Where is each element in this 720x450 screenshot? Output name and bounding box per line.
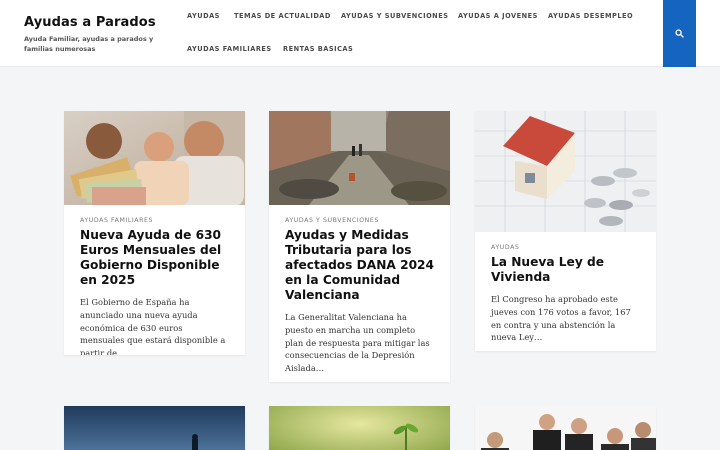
post-thumbnail[interactable]: [475, 406, 656, 450]
team-photo: [475, 406, 656, 450]
nav-ayudas[interactable]: AYUDAS: [187, 12, 220, 20]
nav-ayudas-familiares[interactable]: AYUDAS FAMILIARES: [187, 45, 272, 53]
flood-photo: [269, 111, 450, 205]
post-title[interactable]: Nueva Ayuda de 630 Euros Mensuales del G…: [80, 228, 229, 288]
sprout-photo: [269, 406, 450, 450]
nav-rentas-basicas[interactable]: RENTAS BASICAS: [283, 45, 353, 53]
post-excerpt: La Generalitat Valenciana ha puesto en m…: [285, 312, 430, 374]
post-thumbnail[interactable]: [269, 406, 450, 450]
post-title[interactable]: Ayudas y Medidas Tributaria para los afe…: [285, 228, 434, 303]
post-thumbnail[interactable]: [64, 406, 245, 450]
post-category[interactable]: AYUDAS: [491, 244, 640, 251]
post-excerpt: El Congreso ha aprobado este jueves con …: [491, 294, 631, 343]
post-card: [64, 406, 245, 450]
dusk-photo: [64, 406, 245, 450]
search-icon: [675, 29, 684, 38]
house-coins-photo: [475, 111, 656, 232]
site-description: Ayuda Familiar, ayudas a parados y famil…: [24, 35, 154, 53]
nav-temas-de-actualidad[interactable]: TEMAS DE ACTUALIDAD: [234, 12, 331, 20]
post-thumbnail[interactable]: [64, 111, 245, 205]
post-card: AYUDAS La Nueva Ley de Vivienda El Congr…: [475, 111, 656, 351]
nav-ayudas-y-subvenciones[interactable]: AYUDAS Y SUBVENCIONES: [341, 12, 448, 20]
post-category[interactable]: AYUDAS FAMILIARES: [80, 217, 229, 224]
post-thumbnail[interactable]: [475, 111, 656, 232]
post-excerpt: El Gobierno de España ha anunciado una n…: [80, 297, 226, 355]
post-card: [269, 406, 450, 450]
site-branding: Ayudas a Parados Ayuda Familiar, ayudas …: [24, 15, 174, 54]
nav-ayudas-desempleo[interactable]: AYUDAS DESEMPLEO: [548, 12, 633, 20]
post-category[interactable]: AYUDAS Y SUBVENCIONES: [285, 217, 434, 224]
post-title[interactable]: La Nueva Ley de Vivienda: [491, 255, 640, 285]
post-thumbnail[interactable]: [269, 111, 450, 205]
post-card: AYUDAS FAMILIARES Nueva Ayuda de 630 Eur…: [64, 111, 245, 355]
site-header: Ayudas a Parados Ayuda Familiar, ayudas …: [0, 0, 720, 67]
site-title[interactable]: Ayudas a Parados: [24, 15, 174, 30]
family-photo: [64, 111, 245, 205]
search-button[interactable]: [663, 0, 696, 67]
nav-ayudas-a-jovenes[interactable]: AYUDAS A JOVENES: [458, 12, 538, 20]
post-card: AYUDAS Y SUBVENCIONES Ayudas y Medidas T…: [269, 111, 450, 382]
post-card: [475, 406, 656, 450]
